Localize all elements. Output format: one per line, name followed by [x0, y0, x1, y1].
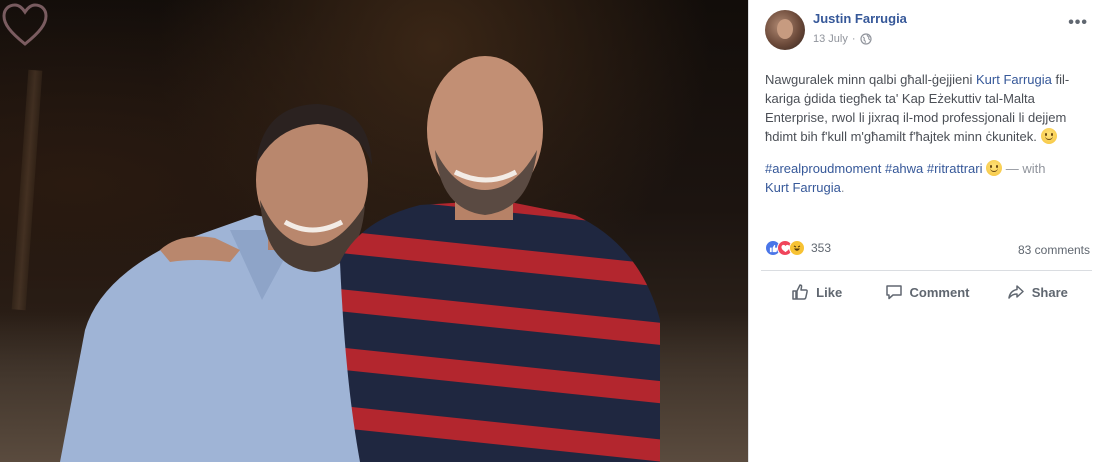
comment-label: Comment	[909, 284, 970, 300]
post-message: Nawguralek minn qalbi għall-ġejjieni Kur…	[765, 70, 1093, 146]
smile-emoji-icon	[1040, 128, 1057, 144]
comment-icon	[885, 285, 902, 300]
share-label: Share	[1031, 284, 1068, 300]
meta-separator: ·	[851, 33, 856, 45]
mention-link-1[interactable]: Kurt Farrugia	[976, 72, 1052, 87]
post-date[interactable]: 13 July	[813, 33, 848, 45]
actions-divider	[761, 270, 1092, 271]
like-button[interactable]: Like	[761, 277, 871, 307]
reaction-count: 353	[811, 241, 832, 255]
post-panel: Justin Farrugia 13 July · ••• Nawguralek…	[748, 0, 1104, 462]
photo-people	[60, 56, 660, 462]
author-name[interactable]: Justin Farrugia	[813, 11, 907, 26]
hashtag-links[interactable]: #arealproudmoment #ahwa #ritrattrari	[765, 161, 983, 176]
with-text: — with	[1002, 161, 1046, 176]
watermark-logo	[2, 3, 48, 46]
more-options-icon[interactable]: •••	[1068, 14, 1088, 32]
post-hashtags: #arealproudmoment #ahwa #ritrattrari — w…	[765, 159, 1093, 197]
like-label: Like	[816, 284, 843, 300]
comments-count[interactable]: 83 comments	[1018, 243, 1090, 257]
mention-link-2[interactable]: Kurt Farrugia	[765, 180, 841, 195]
haha-icon	[789, 240, 805, 256]
mention-end: .	[840, 180, 845, 195]
post-meta: 13 July ·	[813, 33, 872, 45]
comment-button[interactable]: Comment	[871, 277, 981, 307]
smile-emoji-icon	[986, 160, 1003, 176]
post-photo[interactable]	[0, 0, 748, 462]
message-text-1: Nawguralek minn qalbi għall-ġejjieni	[765, 72, 977, 87]
share-icon	[1008, 285, 1024, 299]
thumbs-up-icon	[792, 284, 809, 300]
right-man-sweater	[340, 200, 660, 462]
reactions-summary[interactable]: 353	[765, 240, 831, 256]
author-avatar[interactable]	[765, 10, 805, 50]
globe-icon[interactable]	[859, 33, 872, 45]
share-button[interactable]: Share	[982, 277, 1092, 307]
post-actions: Like Comment Share	[761, 277, 1092, 307]
